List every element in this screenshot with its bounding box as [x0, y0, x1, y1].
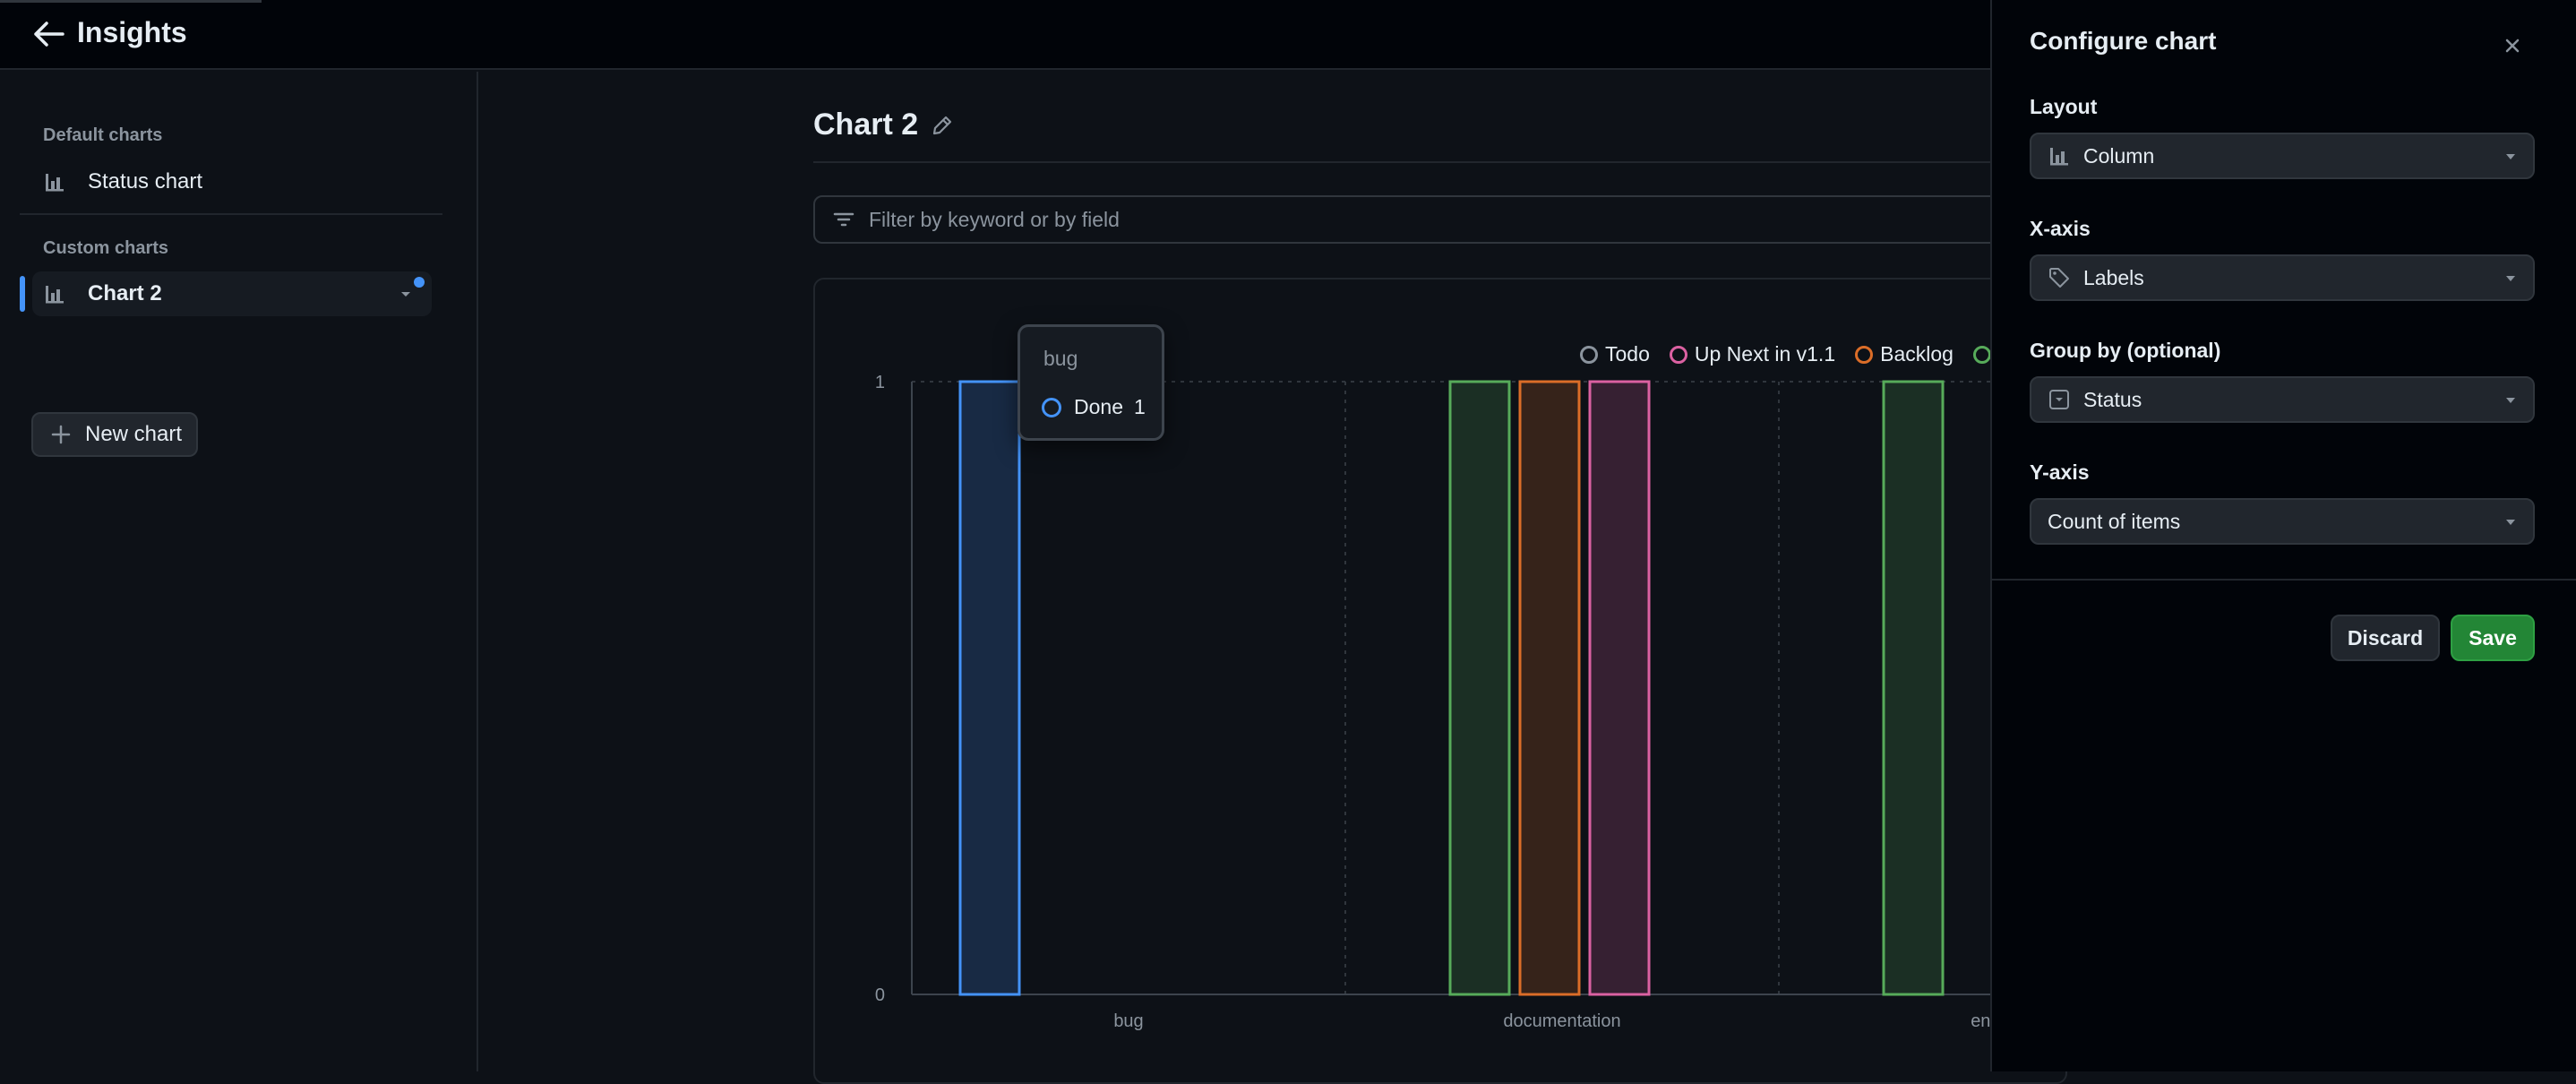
panel-divider [1992, 579, 2576, 581]
tooltip-value: 1 [1133, 395, 1146, 418]
discard-button[interactable]: Discard [2331, 615, 2440, 661]
xaxis-value: Labels [2083, 265, 2144, 289]
bar-documentation-up-next-in-v1-1[interactable] [1588, 380, 1651, 996]
layout-value: Column [2083, 143, 2155, 168]
legend-ring-icon [1580, 345, 1598, 364]
caret-down-icon [2506, 520, 2515, 525]
yaxis-select[interactable]: Count of items [2030, 498, 2535, 545]
x-tick-label: documentation [1503, 1011, 1620, 1031]
single-select-icon [2049, 390, 2069, 409]
panel-title: Configure chart [2030, 27, 2217, 55]
yaxis-value: Count of items [2048, 509, 2181, 533]
close-icon[interactable] [2497, 30, 2528, 61]
x-tick-label: bug [1113, 1011, 1143, 1031]
caret-down-icon [2506, 154, 2515, 159]
bar-documentation-done-[interactable] [1448, 380, 1511, 996]
bar-chart-icon [2050, 148, 2068, 166]
column-chart: 0 1 bug documentation enhan [875, 373, 1990, 1031]
layout-select[interactable]: Column [2030, 133, 2535, 179]
legend-ring-icon [1972, 345, 1991, 364]
x-tick-label: enhan [1971, 1011, 1990, 1031]
xaxis-label: X-axis [2030, 217, 2091, 240]
bar-bug-done[interactable] [958, 380, 1021, 996]
legend-item-up-next[interactable]: Up Next in v1.1 [1669, 342, 1836, 366]
tooltip-series: Done [1074, 395, 1123, 418]
layout-label: Layout [2030, 95, 2098, 118]
xaxis-select[interactable]: Labels [2030, 254, 2535, 301]
legend-ring-icon [1669, 345, 1687, 364]
legend-label: Up Next in v1.1 [1694, 342, 1836, 366]
legend-item-todo[interactable]: Todo [1580, 342, 1650, 366]
legend-item-backlog[interactable]: Backlog [1855, 342, 1953, 366]
tag-icon [2049, 268, 2069, 288]
legend-label: Backlog [1880, 342, 1953, 366]
chart-tooltip: bug Done 1 [1018, 324, 1164, 441]
caret-down-icon [2506, 276, 2515, 281]
save-button[interactable]: Save [2451, 615, 2535, 661]
legend-ring-icon [1855, 345, 1874, 364]
groupby-select[interactable]: Status [2030, 376, 2535, 423]
yaxis-label: Y-axis [2030, 460, 2090, 484]
bar-enhan-done-[interactable] [1882, 380, 1945, 996]
legend-label: Todo [1605, 342, 1650, 366]
tooltip-title: bug [1043, 347, 1078, 370]
y-tick-label: 0 [875, 985, 885, 1005]
tooltip-row: Done 1 [1042, 395, 1146, 419]
series-ring-icon [1042, 397, 1061, 417]
chart-legend: Todo Up Next in v1.1 Backlog [1580, 342, 1998, 366]
groupby-value: Status [2083, 387, 2142, 411]
y-tick-label: 1 [875, 373, 885, 392]
configure-chart-panel: Configure chart Layout Column X-axis Lab… [1990, 0, 2576, 1071]
caret-down-icon [2506, 398, 2515, 403]
groupby-label: Group by (optional) [2030, 339, 2221, 362]
bar-documentation-backlog[interactable] [1518, 380, 1581, 996]
